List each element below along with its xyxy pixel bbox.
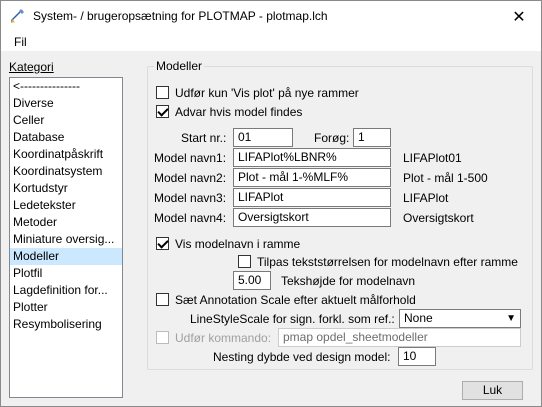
start-label: Start nr.:: [181, 131, 227, 145]
list-item[interactable]: Lagdefinition for...: [10, 282, 122, 299]
model-name3-preview: LIFAPlot: [403, 191, 449, 205]
model-name4-label: Model navn4:: [154, 211, 227, 225]
model-name3-field[interactable]: LIFAPlot: [233, 188, 391, 207]
show-modelname-label: Vis modelnavn i ramme: [175, 237, 301, 251]
list-item[interactable]: Resymbolisering: [10, 316, 122, 333]
increment-field[interactable]: 1: [353, 128, 391, 147]
group-title: Modeller: [154, 59, 205, 73]
command-field[interactable]: pmap opdel_sheetmodeller: [278, 328, 521, 347]
list-item[interactable]: Koordinatpåskrift: [10, 146, 122, 163]
list-item[interactable]: Plotter: [10, 299, 122, 316]
annotation-scale-checkbox[interactable]: [156, 293, 169, 306]
model-name2-field[interactable]: Plot - mål 1-%MLF%: [233, 168, 391, 187]
start-field[interactable]: 01: [233, 128, 293, 147]
settings-dialog: System- / brugeropsætning for PLOTMAP - …: [0, 0, 542, 407]
model-name1-label: Model navn1:: [154, 151, 227, 165]
only-vis-plot-checkbox[interactable]: [156, 86, 169, 99]
linestyle-select[interactable]: None ▼: [399, 309, 521, 328]
category-list[interactable]: <--------------- Diverse Celler Database…: [9, 77, 123, 398]
list-item[interactable]: Diverse: [10, 95, 122, 112]
linestyle-label: LineStyleScale for sign. forkl. som ref.…: [190, 312, 395, 326]
menu-bar: Fil: [1, 32, 541, 52]
list-item[interactable]: Miniature oversig...: [10, 231, 122, 248]
annotation-scale-label: Sæt Annotation Scale efter aktuelt målfo…: [175, 293, 416, 307]
warn-model-label: Advar hvis model findes: [175, 105, 303, 119]
close-icon: ✕: [512, 8, 526, 26]
text-height-label: Tekshøjde for modelnavn: [281, 274, 416, 288]
command-checkbox[interactable]: [156, 331, 169, 344]
close-dialog-button[interactable]: Luk: [462, 381, 523, 400]
show-modelname-checkbox[interactable]: [156, 237, 169, 250]
model-name4-preview: Oversigtskort: [403, 211, 474, 225]
text-height-field[interactable]: 5.00: [233, 271, 271, 290]
only-vis-plot-label: Udfør kun 'Vis plot' på nye rammer: [175, 86, 359, 100]
model-name2-preview: Plot - mål 1-500: [403, 171, 488, 185]
model-name4-field[interactable]: Oversigtskort: [233, 208, 391, 227]
model-name1-field[interactable]: LIFAPlot%LBNR%: [233, 148, 391, 167]
command-label: Udfør kommando:: [175, 331, 272, 345]
warn-model-checkbox[interactable]: [156, 105, 169, 118]
window-title: System- / brugeropsætning for PLOTMAP - …: [33, 9, 328, 23]
list-item[interactable]: Koordinatsystem: [10, 163, 122, 180]
linestyle-value: None: [404, 311, 433, 325]
list-item[interactable]: Plotfil: [10, 265, 122, 282]
model-name1-preview: LIFAPlot01: [403, 151, 462, 165]
list-item[interactable]: Kortudstyr: [10, 180, 122, 197]
app-icon: [11, 9, 24, 23]
list-item-selected[interactable]: Modeller: [10, 248, 122, 265]
model-name3-label: Model navn3:: [154, 191, 227, 205]
title-bar: System- / brugeropsætning for PLOTMAP - …: [1, 1, 541, 32]
list-item[interactable]: Database: [10, 129, 122, 146]
list-item[interactable]: <---------------: [10, 78, 122, 95]
fit-text-label: Tilpas tekststørrelsen for modelnavn eft…: [257, 255, 518, 269]
list-item[interactable]: Ledetekster: [10, 197, 122, 214]
menu-file[interactable]: Fil: [14, 35, 27, 49]
list-item[interactable]: Metoder: [10, 214, 122, 231]
increment-label: Forøg:: [314, 131, 350, 145]
close-button[interactable]: ✕: [497, 1, 541, 32]
nesting-label: Nesting dybde ved design model:: [213, 350, 391, 364]
chevron-down-icon: ▼: [506, 313, 516, 324]
nesting-field[interactable]: 10: [398, 347, 436, 366]
fit-text-checkbox[interactable]: [238, 255, 251, 268]
model-name2-label: Model navn2:: [154, 171, 227, 185]
list-item[interactable]: Celler: [10, 112, 122, 129]
category-label: Kategori: [9, 60, 54, 74]
